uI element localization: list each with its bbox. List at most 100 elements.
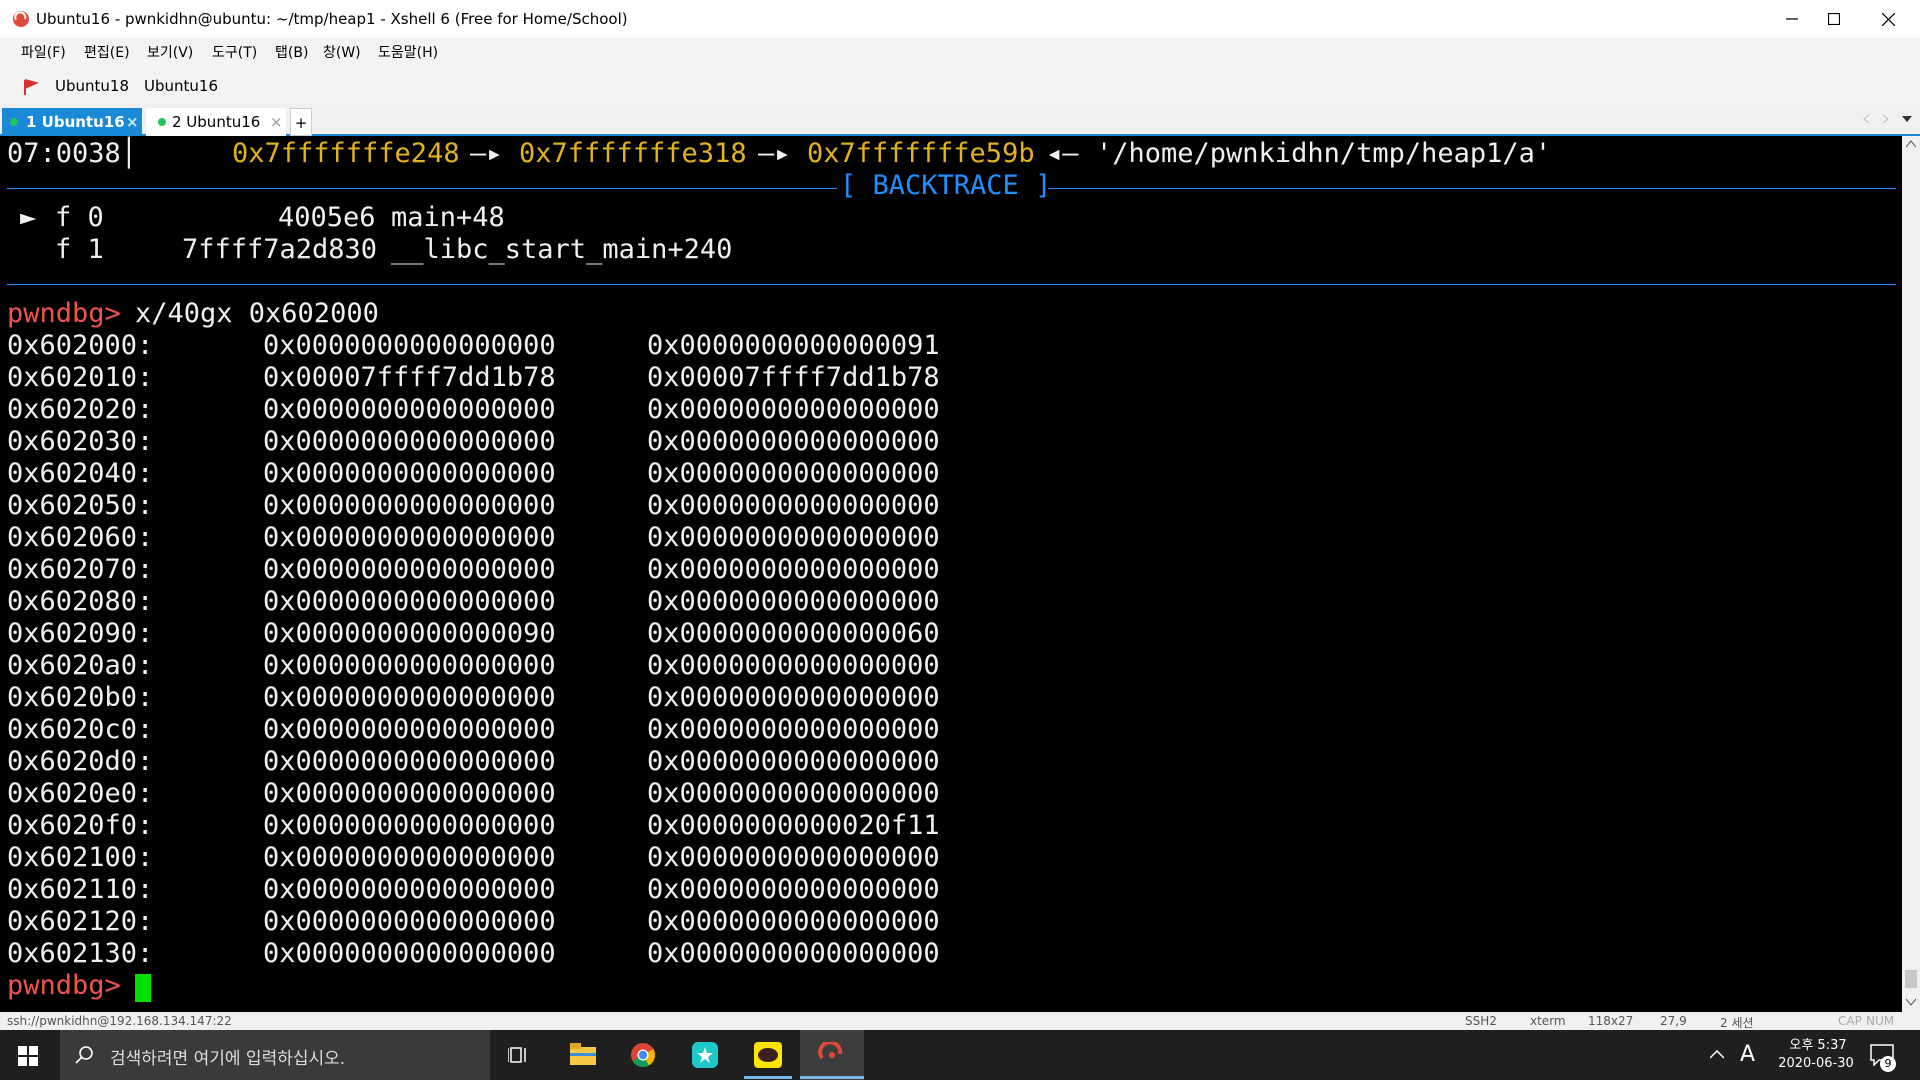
memory-value-2: 0x0000000000020f11 [647,810,940,841]
memory-value-2: 0x0000000000000000 [647,746,940,777]
memory-value-1: 0x0000000000000000 [263,586,556,617]
memory-value-1: 0x0000000000000000 [263,522,556,553]
memory-address: 0x602080: [7,586,154,617]
tab-session-1[interactable]: 1 Ubuntu16 × [2,108,142,136]
status-term: xterm [1530,1014,1566,1028]
tab-scroll-right-icon[interactable] [1880,114,1890,124]
tab-scroll-left-icon[interactable] [1862,114,1872,124]
scroll-down-icon[interactable] [1906,998,1916,1006]
tab-close-icon[interactable]: × [270,108,283,136]
terminal-scrollbar[interactable] [1902,136,1920,1012]
memory-address: 0x602050: [7,490,154,521]
clock-date[interactable]: 2020-06-30 [1766,1056,1866,1071]
stack-separator: │ [120,138,138,169]
arrow-icon: ◂— [1046,138,1079,169]
tab-close-icon[interactable]: × [126,108,139,136]
taskbar-search-box[interactable]: 검색하려면 여기에 입력하십시오. [60,1030,490,1080]
memory-value-1: 0x0000000000000000 [263,394,556,425]
status-protocol: SSH2 [1465,1014,1497,1028]
frame-address: 7ffff7a2d830 [182,234,378,265]
starred-app-icon[interactable] [692,1042,718,1068]
minimize-icon [1786,18,1798,20]
memory-row: 0x602090: 0x0000000000000090 0x00000000000… [0,618,1000,650]
memory-row: 0x602000: 0x0000000000000000 0x00000000000… [0,330,1000,362]
task-view-icon[interactable] [508,1045,530,1065]
link-bar: Ubuntu18 Ubuntu16 [0,68,1920,104]
memory-row: 0x602040: 0x0000000000000000 0x00000000000… [0,458,1000,490]
memory-address: 0x6020a0: [7,650,154,681]
bookmark-flag-icon[interactable] [22,78,40,96]
memory-value-1: 0x0000000000000000 [263,810,556,841]
memory-value-2: 0x0000000000000000 [647,458,940,489]
chrome-icon[interactable] [630,1042,656,1068]
status-cursor: 27,9 [1660,1014,1687,1028]
taskbar-xshell-active[interactable] [800,1030,864,1080]
menu-view[interactable]: 보기(V) [147,38,193,68]
memory-value-1: 0x0000000000000000 [263,714,556,745]
memory-value-1: 0x0000000000000000 [263,746,556,777]
chevron-up-icon[interactable] [1710,1050,1724,1060]
menu-window[interactable]: 창(W) [323,38,361,68]
connection-info: ssh://pwnkidhn@192.168.134.147:22 [7,1014,232,1028]
memory-value-1: 0x0000000000000000 [263,650,556,681]
menu-file[interactable]: 파일(F) [21,38,66,68]
memory-value-1: 0x0000000000000000 [263,682,556,713]
memory-row: 0x6020a0: 0x0000000000000000 0x00000000000… [0,650,1000,682]
memory-value-1: 0x0000000000000000 [263,874,556,905]
menu-tab[interactable]: 탭(B) [275,38,308,68]
memory-value-2: 0x0000000000000000 [647,554,940,585]
memory-row: 0x602110: 0x0000000000000000 0x00000000000… [0,874,1000,906]
menu-help[interactable]: 도움말(H) [378,38,438,68]
pwndbg-prompt: pwndbg> [7,298,121,329]
stack-string: '/home/pwnkidhn/tmp/heap1/a' [1096,138,1552,169]
status-size: 118x27 [1588,1014,1634,1028]
stack-pointer-1: 0x7fffffffe248 [232,138,460,169]
pwndbg-prompt: pwndbg> [7,970,121,1001]
connected-dot-icon [158,118,166,126]
memory-row: 0x602120: 0x0000000000000000 0x00000000000… [0,906,1000,938]
memory-dump: 0x602000: 0x0000000000000000 0x00000000000… [0,330,1000,970]
memory-row: 0x602010: 0x00007ffff7dd1b78 0x00007ffff7d… [0,362,1000,394]
memory-row: 0x602080: 0x0000000000000000 0x00000000000… [0,586,1000,618]
menu-tools[interactable]: 도구(T) [212,38,257,68]
scroll-up-icon[interactable] [1906,140,1916,148]
stack-line: 07:0038│ [7,138,137,170]
scroll-thumb[interactable] [1905,970,1917,988]
memory-address: 0x602120: [7,906,154,937]
windows-start-icon[interactable] [18,1046,38,1066]
link-ubuntu18[interactable]: Ubuntu18 [55,68,129,104]
status-bar: ssh://pwnkidhn@192.168.134.147:22 SSH2 x… [0,1012,1920,1030]
memory-address: 0x602060: [7,522,154,553]
memory-address: 0x6020f0: [7,810,154,841]
close-button[interactable] [1856,0,1920,38]
kakaotalk-icon[interactable] [754,1042,782,1068]
memory-value-1: 0x0000000000000000 [263,458,556,489]
search-placeholder: 검색하려면 여기에 입력하십시오. [110,1049,346,1069]
status-num: NUM [1866,1014,1895,1028]
stack-pointer-2: 0x7fffffffe318 [519,138,747,169]
frame-symbol: main+48 [391,202,505,233]
new-tab-button[interactable]: + [290,108,312,136]
terminal-output[interactable]: 07:0038│ 0x7fffffffe248 —▸ 0x7fffffffe31… [0,136,1902,1012]
memory-address: 0x6020b0: [7,682,154,713]
menu-edit[interactable]: 편집(E) [84,38,130,68]
memory-value-1: 0x0000000000000000 [263,938,556,969]
memory-address: 0x6020c0: [7,714,154,745]
backtrace-header: [ BACKTRACE ] [840,170,1052,201]
connected-dot-icon [10,118,18,126]
clock-time[interactable]: 오후 5:37 [1776,1034,1860,1053]
tab-menu-chevron-down-icon[interactable] [1902,116,1912,124]
link-ubuntu16[interactable]: Ubuntu16 [144,68,218,104]
memory-address: 0x602110: [7,874,154,905]
tab-session-2[interactable]: 2 Ubuntu16 × [146,108,286,136]
memory-value-2: 0x0000000000000000 [647,682,940,713]
memory-address: 0x6020e0: [7,778,154,809]
memory-value-1: 0x0000000000000000 [263,906,556,937]
memory-value-2: 0x0000000000000091 [647,330,940,361]
ime-indicator[interactable]: A [1740,1042,1755,1067]
memory-value-2: 0x0000000000000000 [647,842,940,873]
xshell-logo-icon [13,11,29,27]
file-explorer-icon[interactable] [570,1043,596,1065]
memory-value-1: 0x0000000000000000 [263,330,556,361]
frame-symbol: __libc_start_main+240 [391,234,733,265]
